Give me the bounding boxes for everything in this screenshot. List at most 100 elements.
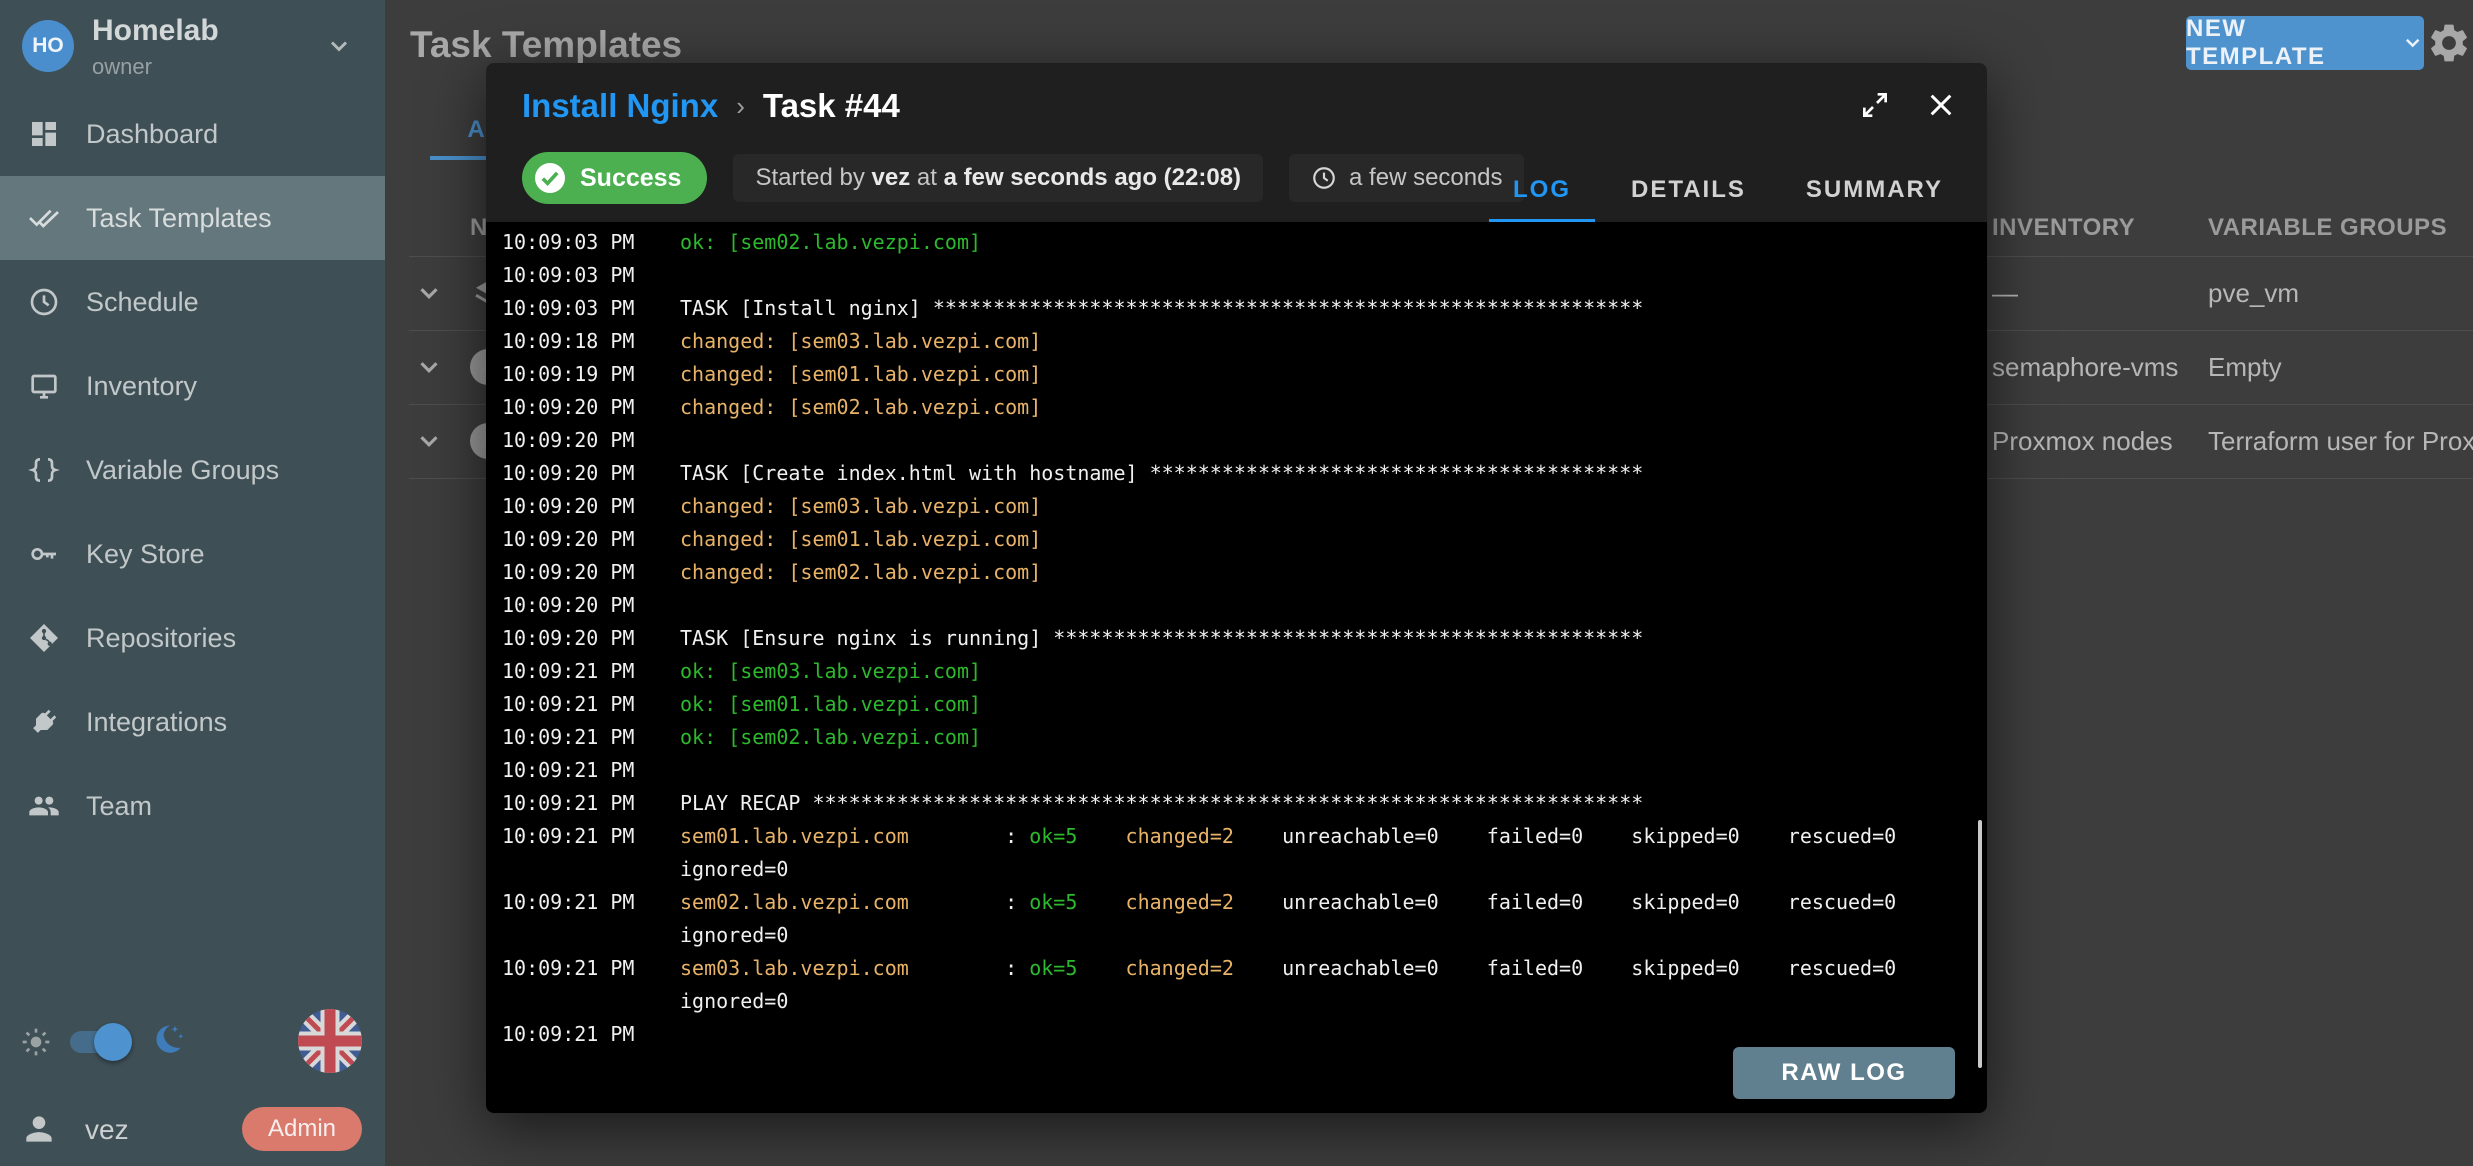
dark-mode-icon bbox=[148, 1020, 186, 1058]
sidebar-item-dashboard[interactable]: Dashboard bbox=[0, 92, 385, 176]
log-line: 10:09:19 PMchanged: [sem01.lab.vezpi.com… bbox=[502, 358, 1987, 391]
log-timestamp: 10:09:19 PM bbox=[502, 358, 680, 391]
log-timestamp: 10:09:20 PM bbox=[502, 457, 680, 490]
log-line: 10:09:20 PM bbox=[502, 589, 1987, 622]
sidebar-item-key-store[interactable]: Key Store bbox=[0, 512, 385, 596]
close-icon[interactable] bbox=[1925, 89, 1957, 121]
log-scrollbar[interactable] bbox=[1978, 820, 1982, 1068]
tab-summary[interactable]: SUMMARY bbox=[1776, 176, 1973, 222]
log-line: 10:09:21 PM bbox=[502, 754, 1987, 787]
raw-log-button[interactable]: RAW LOG bbox=[1733, 1047, 1955, 1099]
log-line: 10:09:20 PMTASK [Create index.html with … bbox=[502, 457, 1987, 490]
log-message: ok: [sem02.lab.vezpi.com] bbox=[680, 721, 1980, 754]
sidebar-item-label: Dashboard bbox=[86, 119, 218, 150]
log-timestamp: 10:09:20 PM bbox=[502, 424, 680, 457]
column-header-variable-groups[interactable]: VARIABLE GROUPS bbox=[2208, 214, 2447, 242]
sidebar-item-variable-groups[interactable]: Variable Groups bbox=[0, 428, 385, 512]
sidebar-item-label: Key Store bbox=[86, 539, 205, 570]
log-timestamp: 10:09:21 PM bbox=[502, 820, 680, 886]
log-line: 10:09:20 PM bbox=[502, 424, 1987, 457]
log-message: TASK [Create index.html with hostname] *… bbox=[680, 457, 1980, 490]
log-timestamp: 10:09:21 PM bbox=[502, 787, 680, 820]
log-timestamp: 10:09:03 PM bbox=[502, 259, 680, 292]
user-icon bbox=[20, 1110, 58, 1148]
task-modal-tabs: LOGDETAILSSUMMARY bbox=[1483, 176, 1973, 222]
sidebar-item-schedule[interactable]: Schedule bbox=[0, 260, 385, 344]
dashboard-icon bbox=[28, 118, 60, 150]
team-role: owner bbox=[92, 54, 152, 80]
new-template-label: NEW TEMPLATE bbox=[2186, 15, 2389, 71]
sidebar-item-label: Inventory bbox=[86, 371, 197, 402]
language-flag-uk[interactable] bbox=[298, 1009, 362, 1073]
key-icon bbox=[28, 538, 60, 570]
log-message: ok: [sem02.lab.vezpi.com] bbox=[680, 226, 1980, 259]
done-all-icon bbox=[28, 202, 60, 234]
cell-inventory: Proxmox nodes bbox=[1992, 426, 2173, 457]
tab-log[interactable]: LOG bbox=[1483, 176, 1601, 222]
started-by-chip: Started by vez at a few seconds ago (22:… bbox=[733, 154, 1263, 202]
user-row[interactable]: vez Admin bbox=[0, 1100, 385, 1160]
log-message: PLAY RECAP *****************************… bbox=[680, 787, 1980, 820]
log-timestamp: 10:09:21 PM bbox=[502, 655, 680, 688]
sidebar-item-inventory[interactable]: Inventory bbox=[0, 344, 385, 428]
log-line: 10:09:20 PMchanged: [sem01.lab.vezpi.com… bbox=[502, 523, 1987, 556]
sidebar-item-label: Schedule bbox=[86, 287, 199, 318]
page-title: Task Templates bbox=[410, 24, 682, 66]
log-line: 10:09:21 PMsem02.lab.vezpi.com : ok=5 ch… bbox=[502, 886, 1987, 952]
log-message: TASK [Install nginx] *******************… bbox=[680, 292, 1980, 325]
log-line: 10:09:21 PMsem01.lab.vezpi.com : ok=5 ch… bbox=[502, 820, 1987, 886]
sidebar-menu: Dashboard Task Templates Schedule Inventory… bbox=[0, 92, 385, 848]
log-timestamp: 10:09:21 PM bbox=[502, 952, 680, 1018]
cell-inventory: semaphore-vms bbox=[1992, 352, 2178, 383]
row-expand-chevron-icon[interactable] bbox=[414, 278, 444, 308]
sidebar-item-team[interactable]: Team bbox=[0, 764, 385, 848]
log-line: 10:09:20 PMchanged: [sem02.lab.vezpi.com… bbox=[502, 556, 1987, 589]
row-expand-chevron-icon[interactable] bbox=[414, 426, 444, 456]
new-template-button[interactable]: NEW TEMPLATE bbox=[2186, 16, 2424, 70]
row-expand-chevron-icon[interactable] bbox=[414, 352, 444, 382]
log-line: 10:09:21 PMPLAY RECAP ******************… bbox=[502, 787, 1987, 820]
sidebar: HO Homelab owner Dashboard Task Templates… bbox=[0, 0, 385, 1166]
sidebar-item-integrations[interactable]: Integrations bbox=[0, 680, 385, 764]
log-message: changed: [sem02.lab.vezpi.com] bbox=[680, 391, 1980, 424]
settings-gear-icon[interactable] bbox=[2426, 20, 2472, 66]
log-line: 10:09:18 PMchanged: [sem03.lab.vezpi.com… bbox=[502, 325, 1987, 358]
log-message: changed: [sem03.lab.vezpi.com] bbox=[680, 325, 1980, 358]
admin-badge: Admin bbox=[242, 1107, 362, 1151]
log-timestamp: 10:09:21 PM bbox=[502, 754, 680, 787]
task-modal-header: Install Nginx › Task #44 Success Started… bbox=[486, 63, 1987, 222]
sidebar-item-label: Repositories bbox=[86, 623, 236, 654]
log-line: 10:09:20 PMchanged: [sem03.lab.vezpi.com… bbox=[502, 490, 1987, 523]
log-message bbox=[680, 259, 1980, 292]
log-line: 10:09:20 PMchanged: [sem02.lab.vezpi.com… bbox=[502, 391, 1987, 424]
log-message bbox=[680, 754, 1980, 787]
expand-icon[interactable] bbox=[1859, 89, 1891, 121]
log-message: changed: [sem03.lab.vezpi.com] bbox=[680, 490, 1980, 523]
plug-icon bbox=[28, 706, 60, 738]
team-switcher[interactable]: HO Homelab owner bbox=[0, 0, 385, 92]
log-line: 10:09:03 PM bbox=[502, 259, 1987, 292]
cell-variable-groups: Terraform user for Proxm bbox=[2208, 426, 2473, 457]
template-link[interactable]: Install Nginx bbox=[522, 87, 718, 125]
log-line: 10:09:03 PMok: [sem02.lab.vezpi.com] bbox=[502, 226, 1987, 259]
log-message: changed: [sem01.lab.vezpi.com] bbox=[680, 358, 1980, 391]
sidebar-item-task-templates[interactable]: Task Templates bbox=[0, 176, 385, 260]
log-message: sem03.lab.vezpi.com : ok=5 changed=2 unr… bbox=[680, 952, 1980, 1018]
column-header-inventory[interactable]: INVENTORY bbox=[1992, 214, 2135, 242]
sidebar-item-repositories[interactable]: Repositories bbox=[0, 596, 385, 680]
task-modal: Install Nginx › Task #44 Success Started… bbox=[486, 63, 1987, 1113]
monitor-icon bbox=[28, 370, 60, 402]
log-message: ok: [sem03.lab.vezpi.com] bbox=[680, 655, 1980, 688]
git-icon bbox=[28, 622, 60, 654]
task-status-row: Success Started by vez at a few seconds … bbox=[522, 152, 1524, 204]
sidebar-item-label: Task Templates bbox=[86, 203, 272, 234]
theme-toggle[interactable] bbox=[70, 1023, 134, 1061]
tab-details[interactable]: DETAILS bbox=[1601, 176, 1776, 222]
log-message: sem01.lab.vezpi.com : ok=5 changed=2 unr… bbox=[680, 820, 1980, 886]
sidebar-item-label: Team bbox=[86, 791, 152, 822]
log-line: 10:09:03 PMTASK [Install nginx] ********… bbox=[502, 292, 1987, 325]
log-timestamp: 10:09:20 PM bbox=[502, 556, 680, 589]
clock-icon bbox=[1311, 165, 1337, 191]
log-timestamp: 10:09:03 PM bbox=[502, 226, 680, 259]
sidebar-item-label: Variable Groups bbox=[86, 455, 279, 486]
